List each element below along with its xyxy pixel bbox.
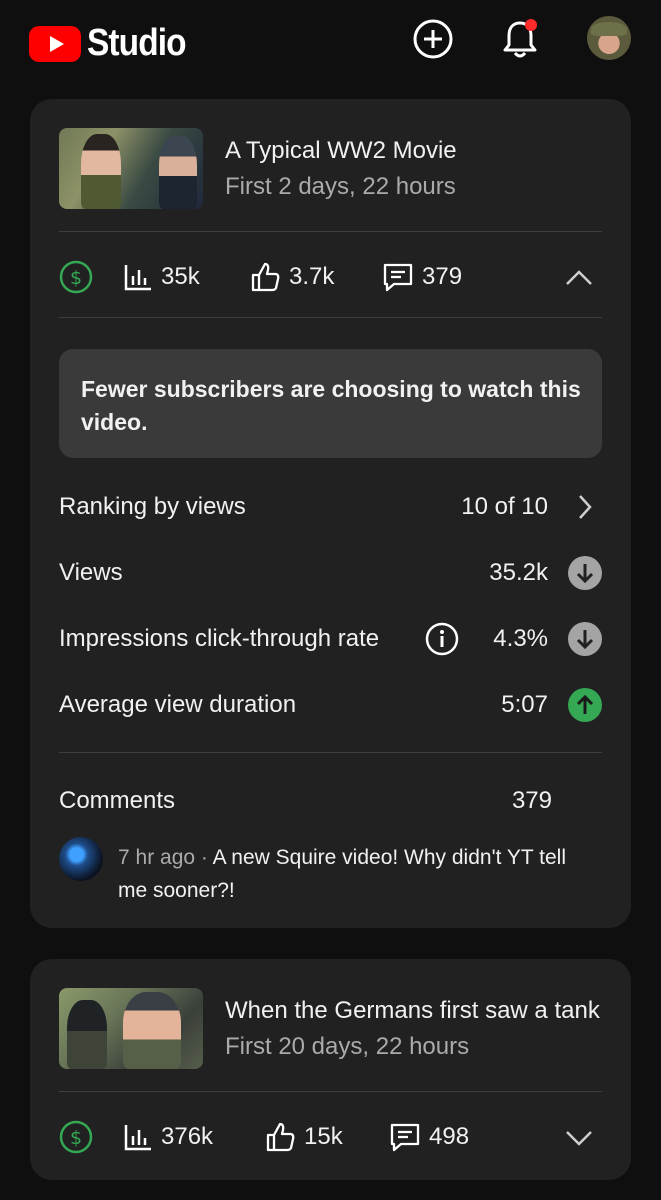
divider: [59, 231, 602, 232]
thumbs-up-icon: [266, 1122, 295, 1152]
chevron-up-icon: [566, 270, 592, 285]
video-thumbnail[interactable]: [59, 128, 203, 209]
video-period: First 2 days, 22 hours: [225, 173, 456, 200]
latest-comment[interactable]: 7 hr ago · A new Squire video! Why didn'…: [118, 841, 598, 907]
video-title[interactable]: When the Germans first saw a tank: [225, 997, 601, 1025]
dollar-icon: $: [59, 1120, 93, 1154]
likes-count: 15k: [304, 1123, 343, 1150]
comment-time: 7 hr ago: [118, 846, 196, 869]
views-count: 376k: [161, 1123, 214, 1150]
insight-card: Fewer subscribers are choosing to watch …: [59, 349, 602, 458]
thumbnail-figure: [81, 134, 121, 209]
video-card: A Typical WW2 Movie First 2 days, 22 hou…: [30, 99, 631, 928]
monetization-status: $: [59, 1117, 93, 1157]
comments-stat: 498: [389, 1117, 469, 1157]
video-title[interactable]: A Typical WW2 Movie: [225, 137, 605, 165]
metric-value: 5:07: [501, 691, 548, 718]
chevron-down-icon: [566, 1131, 592, 1146]
thumbnail-figure: [123, 992, 181, 1069]
create-button[interactable]: [411, 17, 455, 61]
create-plus-icon: [413, 19, 453, 59]
thumbnail-figure: [159, 136, 197, 209]
svg-text:$: $: [70, 267, 82, 289]
top-app-bar: Studio: [0, 0, 661, 84]
comment-icon: [383, 263, 413, 292]
comments-stat: 379: [382, 257, 462, 297]
metric-label: Views: [59, 559, 123, 586]
thumbs-up-icon: [251, 262, 280, 292]
bar-chart-icon: [124, 1125, 151, 1151]
arrow-up-icon: [568, 688, 602, 722]
logo-text: Studio: [87, 22, 187, 64]
metric-label: Average view duration: [59, 691, 297, 718]
likes-count: 3.7k: [289, 263, 335, 290]
insight-text: Fewer subscribers are choosing to watch …: [81, 376, 581, 435]
divider: [59, 752, 602, 753]
avatar[interactable]: [587, 16, 631, 60]
youtube-logo-icon: [29, 25, 81, 62]
likes-stat: 15k: [264, 1117, 343, 1157]
video-card: When the Germans first saw a tank First …: [30, 959, 631, 1180]
commenter-avatar[interactable]: [59, 837, 103, 881]
info-icon[interactable]: [424, 621, 460, 662]
notifications-button[interactable]: [498, 17, 542, 61]
views-stat: 376k: [123, 1117, 213, 1157]
divider: [59, 317, 602, 318]
comments-header[interactable]: Comments 379: [59, 781, 602, 821]
comments-count: 498: [429, 1123, 470, 1150]
dollar-icon: $: [59, 260, 93, 294]
metric-value: 4.3%: [493, 625, 548, 652]
metric-row-ranking[interactable]: Ranking by views 10 of 10: [59, 487, 602, 527]
comment-icon: [390, 1123, 420, 1152]
metric-row-views[interactable]: Views 35.2k: [59, 553, 602, 593]
video-thumbnail[interactable]: [59, 988, 203, 1069]
arrow-down-icon: [568, 622, 602, 656]
comment-separator: ·: [200, 846, 208, 869]
collapse-button[interactable]: [564, 263, 594, 298]
svg-text:$: $: [70, 1127, 82, 1149]
stats-row: $ 35k 3.7k 379: [59, 257, 602, 297]
expand-button[interactable]: [564, 1123, 594, 1158]
likes-stat: 3.7k: [249, 257, 334, 297]
views-count: 35k: [161, 263, 200, 290]
metric-label: Impressions click-through rate: [59, 625, 380, 652]
divider: [59, 1091, 602, 1092]
comments-total: 379: [511, 787, 552, 814]
chevron-right-icon: [568, 490, 602, 524]
views-stat: 35k: [123, 257, 200, 297]
metric-value: 10 of 10: [461, 493, 548, 520]
monetization-status: $: [59, 257, 93, 297]
metric-row-ctr[interactable]: Impressions click-through rate 4.3%: [59, 619, 602, 659]
video-period: First 20 days, 22 hours: [225, 1033, 470, 1060]
studio-logo[interactable]: Studio: [29, 22, 199, 65]
bar-chart-icon: [124, 265, 151, 291]
stats-row: $ 376k 15k 498: [59, 1117, 602, 1157]
metric-value: 35.2k: [489, 559, 548, 586]
arrow-down-icon: [568, 556, 602, 590]
comments-label: Comments: [59, 787, 176, 814]
comments-count: 379: [422, 263, 463, 290]
thumbnail-figure: [67, 1000, 107, 1069]
notification-dot: [525, 19, 537, 31]
metric-row-avd[interactable]: Average view duration 5:07: [59, 685, 602, 725]
metric-label: Ranking by views: [59, 493, 246, 520]
